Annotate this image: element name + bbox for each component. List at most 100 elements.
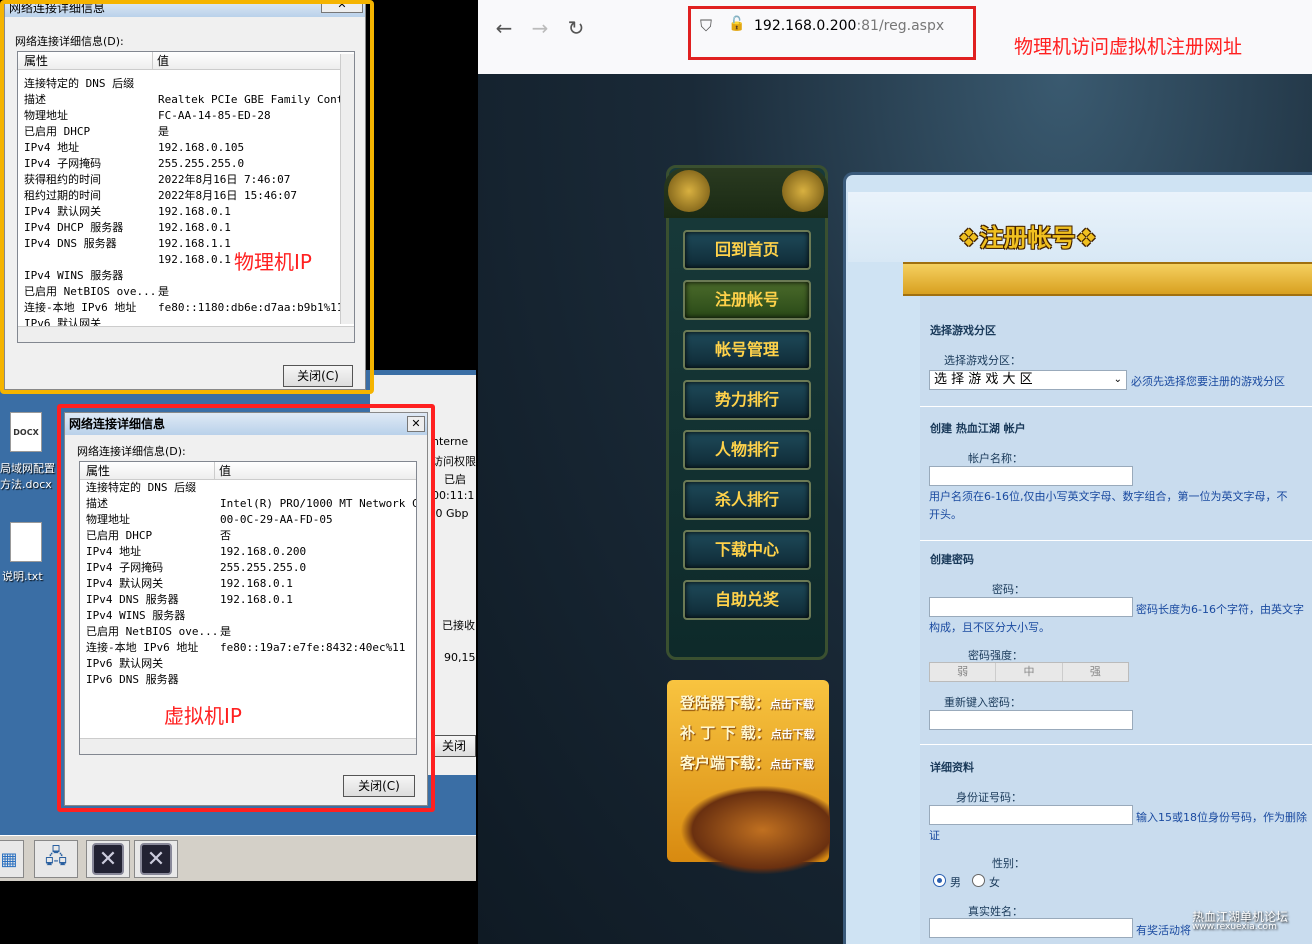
taskbar: ▦ 🖧 ✕ ✕ xyxy=(0,835,476,881)
promo-title: 客户端下载 xyxy=(680,754,756,772)
menu-faction-rank[interactable]: 势力排行 xyxy=(683,380,811,420)
physical-ip-annotation: 物理机IP xyxy=(234,250,312,274)
menu-ornament xyxy=(664,168,828,218)
url-highlight-frame xyxy=(688,6,976,60)
promo-link[interactable]: 点击下载 xyxy=(771,728,815,741)
gender-female-radio[interactable] xyxy=(972,874,985,887)
promo-link[interactable]: 点击下载 xyxy=(770,758,814,771)
vm-highlight-frame xyxy=(57,404,435,812)
strength-label: 密码强度： xyxy=(968,649,1023,662)
promo-title: 补 丁 下 载 xyxy=(680,724,756,742)
password-input[interactable] xyxy=(929,597,1133,617)
zone-hint: 必须先选择您要注册的游戏分区 xyxy=(1131,375,1285,388)
section-password-title: 创建密码 xyxy=(930,553,974,566)
lion-knocker-icon xyxy=(782,170,824,212)
desktop-icon-txt-label: 说明.txt xyxy=(2,570,43,583)
chevron-down-icon: ⌄ xyxy=(1113,374,1122,385)
menu-pk-rank[interactable]: 杀人排行 xyxy=(683,480,811,520)
menu-download-center[interactable]: 下载中心 xyxy=(683,530,811,570)
taskbar-network-app[interactable]: 🖧 xyxy=(34,840,78,878)
bg-text-internet: nterne xyxy=(432,435,469,448)
radio-dot-icon xyxy=(937,878,942,883)
register-header: ❖注册帐号❖ xyxy=(848,192,1312,262)
password-hint: 密码长度为6-16个字符，由英文字 xyxy=(1136,603,1304,616)
ornament-left-icon: ❖ xyxy=(958,224,980,252)
gender-label: 性别： xyxy=(992,857,1025,870)
bg-text-enabled: 已启 xyxy=(444,473,466,486)
section-account-title: 创建 热血江湖 帐户 xyxy=(930,422,1026,435)
promo-client[interactable]: 客户端下载：点击下载 xyxy=(680,752,814,773)
lion-mascot-image xyxy=(680,785,830,875)
strength-medium: 中 xyxy=(996,663,1063,681)
realname-input[interactable] xyxy=(929,918,1133,938)
desktop-icon-txt[interactable] xyxy=(10,522,42,562)
section-zone-title: 选择游戏分区 xyxy=(930,324,996,337)
page-title-text: 注册帐号 xyxy=(979,224,1076,252)
divider xyxy=(920,744,1312,745)
network-icon: 🖧 xyxy=(44,844,68,868)
game-x-icon: ✕ xyxy=(140,843,172,875)
vm-ip-annotation: 虚拟机IP xyxy=(164,704,242,728)
taskbar-game-app-1[interactable]: ✕ xyxy=(86,840,130,878)
lion-knocker-icon xyxy=(668,170,710,212)
page-title: ❖注册帐号❖ xyxy=(958,218,1097,253)
ornament-right-icon: ❖ xyxy=(1075,224,1098,252)
reload-icon[interactable]: ↻ xyxy=(562,14,590,42)
id-number-input[interactable] xyxy=(929,805,1133,825)
physical-highlight-frame xyxy=(0,0,374,394)
zone-label: 选择游戏分区： xyxy=(944,354,1021,367)
game-x-icon: ✕ xyxy=(92,843,124,875)
id-hint: 输入15或18位身份号码，作为删除 xyxy=(1136,811,1307,824)
desktop-icon-docx-label: 局域网配置 方法.docx xyxy=(0,462,55,491)
strength-strong: 强 xyxy=(1062,663,1128,681)
menu-register[interactable]: 注册帐号 xyxy=(683,280,811,320)
menu-character-rank[interactable]: 人物排行 xyxy=(683,430,811,470)
menu-account-manage[interactable]: 帐号管理 xyxy=(683,330,811,370)
divider xyxy=(920,540,1312,541)
account-hint-cont: 开头。 xyxy=(929,508,962,521)
bg-close-button[interactable]: 关闭 xyxy=(432,735,476,757)
forum-watermark-url: www.rexuexia.com xyxy=(1192,922,1277,932)
bg-text-received: 已接收 xyxy=(442,619,475,632)
confirm-password-label: 重新键入密码： xyxy=(944,696,1021,709)
account-input[interactable] xyxy=(929,466,1133,486)
password-label: 密码： xyxy=(992,583,1025,596)
forward-arrow-icon[interactable]: → xyxy=(526,14,554,42)
account-hint: 用户名须在6-16位,仅由小写英文字母、数字组合，第一位为英文字母，不 xyxy=(929,490,1288,503)
bg-text-duration: 00:11:1 xyxy=(432,489,475,502)
txt-file-icon xyxy=(10,522,42,562)
section-detail-title: 详细资料 xyxy=(930,761,974,774)
bg-text-speed: .0 Gbp xyxy=(432,507,469,520)
grid-icon: ▦ xyxy=(0,848,18,870)
desktop-icon-docx[interactable]: DOCX xyxy=(10,412,42,452)
password-hint-cont: 构成，且不区分大小写。 xyxy=(929,621,1050,634)
menu-redeem[interactable]: 自助兑奖 xyxy=(683,580,811,620)
realname-label: 真实姓名： xyxy=(968,905,1023,918)
password-strength-meter: 弱 中 强 xyxy=(929,662,1129,682)
id-label: 身份证号码： xyxy=(956,791,1022,804)
zone-select-value: 选 择 游 戏 大 区 xyxy=(934,372,1033,387)
confirm-password-input[interactable] xyxy=(929,710,1133,730)
menu-home[interactable]: 回到首页 xyxy=(683,230,811,270)
gender-male-label: 男 xyxy=(950,876,961,889)
bg-text-access: 访问权限 xyxy=(432,455,476,468)
promo-title: 登陆器下载 xyxy=(680,694,756,712)
docx-file-icon: DOCX xyxy=(10,412,42,452)
gender-female-label: 女 xyxy=(989,876,1000,889)
strength-weak: 弱 xyxy=(930,663,997,681)
taskbar-game-app-2[interactable]: ✕ xyxy=(134,840,178,878)
divider xyxy=(920,406,1312,407)
promo-link[interactable]: 点击下载 xyxy=(770,698,814,711)
realname-hint: 有奖活动将 xyxy=(1136,924,1191,937)
promo-launcher[interactable]: 登陆器下载：点击下载 xyxy=(680,692,814,713)
promo-patch[interactable]: 补 丁 下 载：点击下载 xyxy=(680,722,815,743)
gender-male-radio[interactable] xyxy=(933,874,946,887)
back-arrow-icon[interactable]: ← xyxy=(490,14,518,42)
id-hint-cont: 证 xyxy=(929,829,940,842)
url-annotation: 物理机访问虚拟机注册网址 xyxy=(1014,36,1243,58)
bg-text-bytes: 90,15 xyxy=(444,651,476,664)
start-button[interactable]: ▦ xyxy=(0,840,24,878)
account-label: 帐户名称： xyxy=(968,452,1023,465)
zone-select[interactable]: 选 择 游 戏 大 区 ⌄ xyxy=(929,370,1127,390)
gold-ornament-band xyxy=(903,262,1312,296)
